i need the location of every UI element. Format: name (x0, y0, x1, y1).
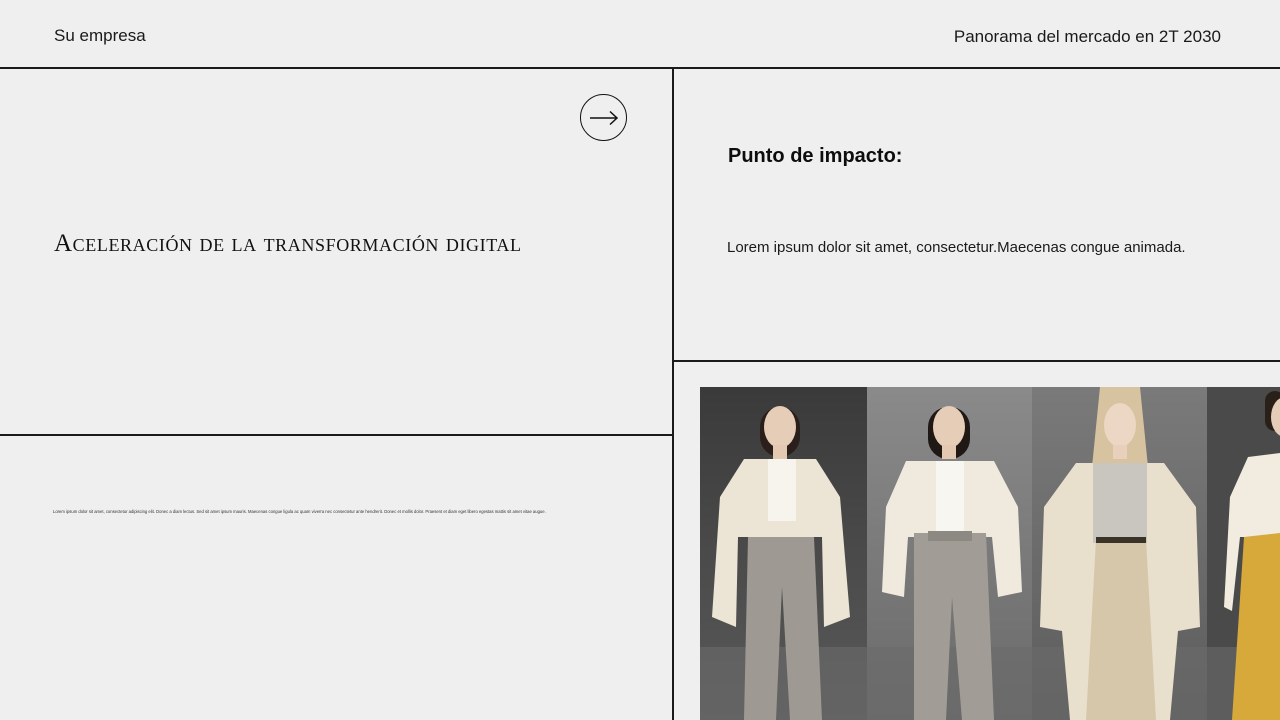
left-divider (0, 434, 673, 436)
right-divider (673, 360, 1280, 362)
next-button[interactable] (580, 94, 627, 141)
company-name: Su empresa (54, 26, 146, 45)
impact-body: Lorem ipsum dolor sit amet, consectetur.… (727, 239, 1186, 256)
slide-title: Panorama del mercado en 2T 2030 (953, 27, 1221, 46)
body-text: Lorem ipsum dolor sit amet, consectetur … (53, 509, 546, 514)
main-title: Aceleración de la transformación digital (54, 230, 522, 257)
header-divider (0, 67, 1280, 69)
arrow-right-icon (589, 110, 618, 125)
runway-models-photo (700, 387, 1280, 720)
impact-heading: Punto de impacto: (728, 145, 903, 167)
center-divider (672, 68, 674, 720)
